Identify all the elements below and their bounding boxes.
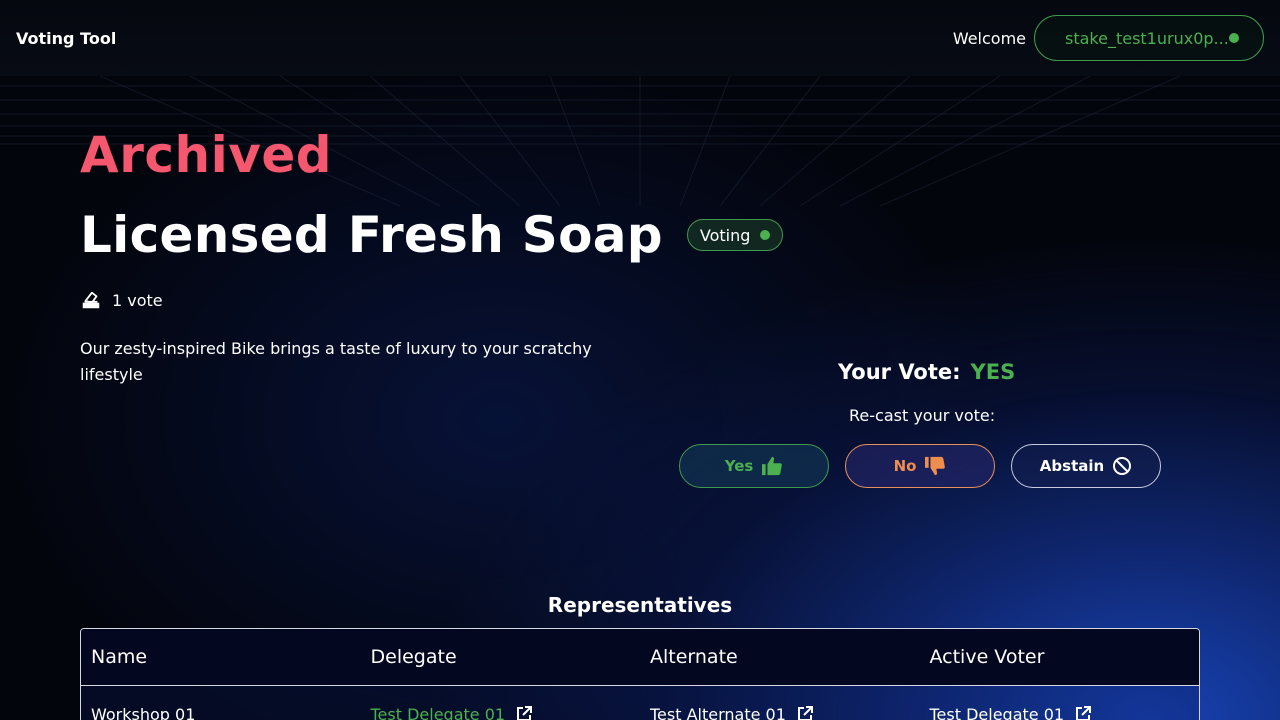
alternate-link[interactable]: Test Alternate 01 [650, 705, 786, 720]
vote-count: 1 vote [80, 289, 163, 311]
top-navbar: Voting Tool Welcome stake_test1urux0p... [0, 0, 1280, 76]
vote-no-button[interactable]: No [845, 444, 995, 488]
thumbs-down-icon [925, 456, 946, 476]
voting-badge-label: Voting [699, 225, 751, 245]
column-header-name: Name [91, 646, 148, 668]
representatives-heading: Representatives [547, 593, 733, 617]
table-row: Workshop 01 Test Delegate 01 Test Altern… [81, 686, 1199, 720]
column-header-delegate: Delegate [370, 646, 457, 668]
cell-name: Workshop 01 [81, 705, 361, 720]
welcome-text: Welcome [952, 28, 1026, 48]
cell-active-voter: Test Delegate 01 [920, 705, 1200, 720]
voting-status-dot [760, 230, 771, 240]
block-icon [1113, 457, 1132, 475]
vote-yes-button[interactable]: Yes [679, 444, 829, 488]
vote-no-label: No [893, 457, 917, 475]
external-link-icon[interactable] [1074, 705, 1092, 720]
external-link-icon[interactable] [796, 705, 814, 720]
your-vote: Your Vote: YES [838, 360, 1015, 384]
your-vote-label: Your Vote: [838, 360, 961, 384]
column-header-alternate: Alternate [650, 646, 738, 668]
table-header: Name Delegate Alternate Active Voter [81, 629, 1199, 686]
vote-abstain-button[interactable]: Abstain [1011, 444, 1161, 488]
cell-delegate: Test Delegate 01 [361, 705, 641, 720]
thumbs-up-icon [762, 456, 783, 476]
column-header-active-voter: Active Voter [929, 646, 1045, 668]
wallet-button[interactable]: stake_test1urux0p... [1034, 15, 1264, 61]
user-area: Welcome stake_test1urux0p... [953, 15, 1264, 61]
vote-count-label: 1 vote [112, 290, 163, 310]
representatives-table: Name Delegate Alternate Active Voter Wor… [80, 628, 1200, 720]
your-vote-value: YES [970, 360, 1016, 384]
active-voter-link[interactable]: Test Delegate 01 [930, 705, 1065, 720]
vote-buttons: Yes No Abstain [679, 444, 1161, 488]
workshop-name: Workshop 01 [91, 704, 196, 720]
vote-abstain-label: Abstain [1039, 457, 1105, 475]
proposal-title-row: Licensed Fresh Soap Voting [80, 206, 784, 264]
brand-logo[interactable]: Voting Tool [16, 29, 116, 48]
connected-status-dot [1229, 33, 1239, 43]
ballot-icon [82, 291, 100, 309]
proposal-description: Our zesty-inspired Bike brings a taste o… [80, 339, 592, 384]
external-link-icon[interactable] [515, 705, 533, 720]
voting-status-badge: Voting [686, 219, 784, 251]
proposal-title: Licensed Fresh Soap [80, 206, 663, 264]
delegate-link[interactable]: Test Delegate 01 [371, 705, 506, 720]
recast-label: Re-cast your vote: [849, 406, 996, 425]
proposal-status-heading: Archived [80, 126, 333, 184]
stake-address: stake_test1urux0p... [1065, 28, 1229, 48]
vote-yes-label: Yes [724, 457, 754, 475]
cell-alternate: Test Alternate 01 [640, 705, 920, 720]
